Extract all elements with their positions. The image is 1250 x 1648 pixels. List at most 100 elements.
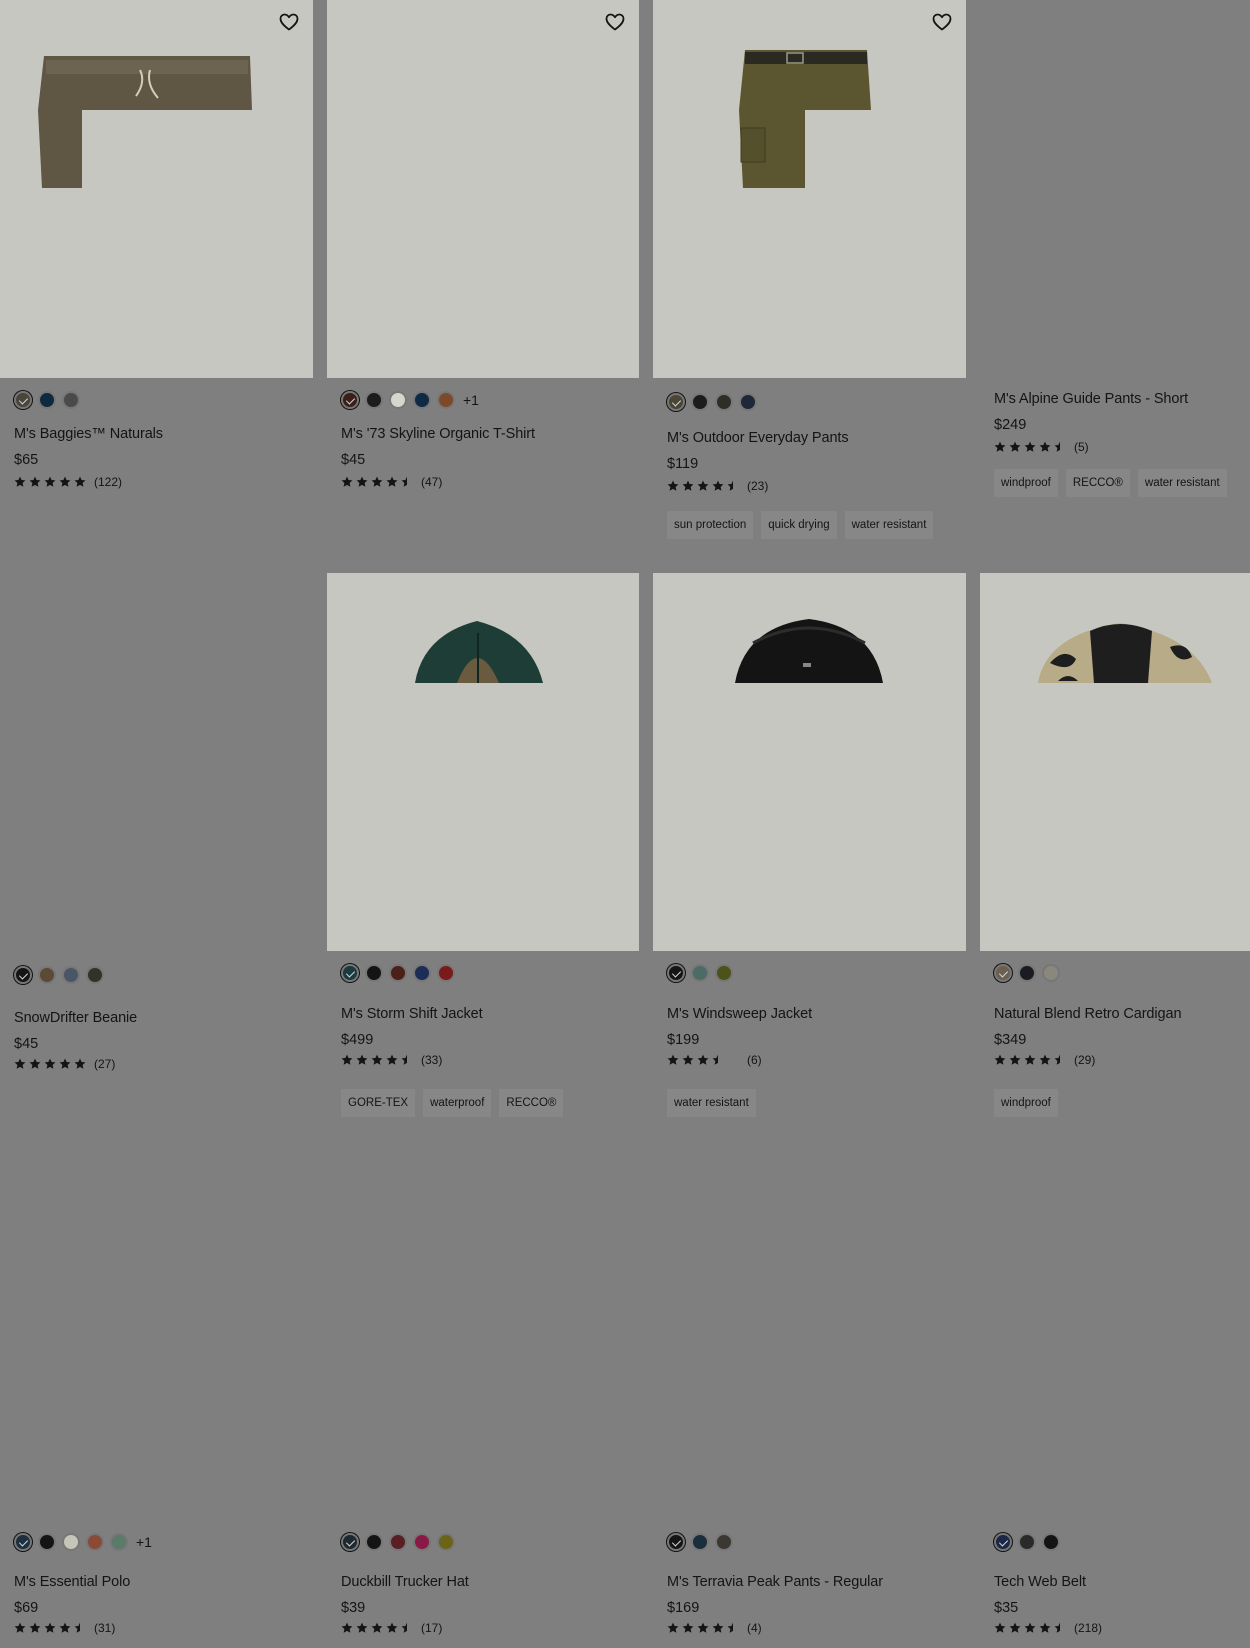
product-name[interactable]: M's Outdoor Everyday Pants <box>667 430 849 446</box>
product-rating[interactable]: (47) <box>341 475 442 489</box>
feature-tag[interactable]: windproof <box>994 1089 1058 1117</box>
color-swatch[interactable] <box>667 1533 685 1551</box>
product-rating[interactable]: (5) <box>994 440 1089 454</box>
star-icon <box>1009 1622 1021 1634</box>
star-icon <box>356 1622 368 1634</box>
heart-icon[interactable] <box>277 10 301 34</box>
more-colors-count[interactable]: +1 <box>463 392 479 408</box>
color-swatch[interactable] <box>1042 1533 1060 1551</box>
heart-icon[interactable] <box>930 10 954 34</box>
feature-tag[interactable]: water resistant <box>844 511 934 539</box>
feature-tag[interactable]: RECCO® <box>499 1089 564 1117</box>
color-swatches <box>341 1533 455 1551</box>
color-swatch[interactable] <box>691 1533 709 1551</box>
product-name[interactable]: Duckbill Trucker Hat <box>341 1574 469 1590</box>
product-name[interactable]: Natural Blend Retro Cardigan <box>994 1006 1182 1022</box>
product-image[interactable] <box>327 573 639 951</box>
color-swatch[interactable] <box>437 1533 455 1551</box>
product-name[interactable]: M's Baggies™ Naturals <box>14 426 163 442</box>
color-swatch[interactable] <box>38 1533 56 1551</box>
feature-tag[interactable]: windproof <box>994 469 1058 497</box>
color-swatch[interactable] <box>994 1533 1012 1551</box>
star-icon <box>1054 1054 1066 1066</box>
color-swatch[interactable] <box>437 964 455 982</box>
color-swatch[interactable] <box>413 391 431 409</box>
product-image[interactable] <box>653 0 966 378</box>
star-icon <box>1039 441 1051 453</box>
color-swatch[interactable] <box>62 391 80 409</box>
color-swatch[interactable] <box>667 393 685 411</box>
feature-tag[interactable]: GORE-TEX <box>341 1089 416 1117</box>
color-swatch[interactable] <box>365 1533 383 1551</box>
color-swatch[interactable] <box>1042 964 1060 982</box>
color-swatch[interactable] <box>389 391 407 409</box>
color-swatch[interactable] <box>715 964 733 982</box>
product-name[interactable]: M's Alpine Guide Pants - Short <box>994 391 1188 407</box>
feature-tag[interactable]: quick drying <box>761 511 837 539</box>
more-colors-count[interactable]: +1 <box>136 1534 152 1550</box>
color-swatch[interactable] <box>1018 1533 1036 1551</box>
feature-tag[interactable]: water resistant <box>1137 469 1227 497</box>
product-price: $169 <box>667 1600 700 1616</box>
product-rating[interactable]: (6) <box>667 1053 762 1067</box>
product-image[interactable] <box>0 0 313 378</box>
color-swatch[interactable] <box>437 391 455 409</box>
color-swatch[interactable] <box>691 964 709 982</box>
color-swatch[interactable] <box>739 393 757 411</box>
product-image[interactable] <box>653 573 966 951</box>
product-rating[interactable]: (4) <box>667 1621 762 1635</box>
feature-tag[interactable]: sun protection <box>667 511 754 539</box>
color-swatch[interactable] <box>365 391 383 409</box>
color-swatch[interactable] <box>667 964 685 982</box>
product-name[interactable]: M's Terravia Peak Pants - Regular <box>667 1574 883 1590</box>
color-swatch[interactable] <box>14 1533 32 1551</box>
color-swatch[interactable] <box>413 1533 431 1551</box>
color-swatch[interactable] <box>86 1533 104 1551</box>
product-image[interactable] <box>327 0 639 378</box>
color-swatch[interactable] <box>389 964 407 982</box>
product-rating[interactable]: (122) <box>14 475 122 489</box>
product-name[interactable]: M's '73 Skyline Organic T-Shirt <box>341 426 535 442</box>
product-rating[interactable]: (23) <box>667 479 768 493</box>
star-icon <box>29 476 41 488</box>
product-rating[interactable]: (29) <box>994 1053 1095 1067</box>
product-rating[interactable]: (31) <box>14 1621 115 1635</box>
product-rating[interactable]: (17) <box>341 1621 442 1635</box>
color-swatch[interactable] <box>14 966 32 984</box>
product-name[interactable]: M's Windsweep Jacket <box>667 1006 812 1022</box>
color-swatch[interactable] <box>389 1533 407 1551</box>
color-swatch[interactable] <box>715 393 733 411</box>
color-swatch[interactable] <box>86 966 104 984</box>
product-name[interactable]: SnowDrifter Beanie <box>14 1010 137 1026</box>
color-swatch[interactable] <box>38 391 56 409</box>
color-swatch[interactable] <box>14 391 32 409</box>
feature-tag[interactable]: RECCO® <box>1065 469 1130 497</box>
feature-tag[interactable]: waterproof <box>423 1089 492 1117</box>
color-swatch[interactable] <box>1018 964 1036 982</box>
product-rating[interactable]: (33) <box>341 1053 442 1067</box>
color-swatch[interactable] <box>38 966 56 984</box>
product-name[interactable]: Tech Web Belt <box>994 1574 1086 1590</box>
product-name[interactable]: M's Essential Polo <box>14 1574 130 1590</box>
product-rating[interactable]: (27) <box>14 1057 115 1071</box>
feature-tag[interactable]: water resistant <box>667 1089 756 1117</box>
product-rating[interactable]: (218) <box>994 1621 1102 1635</box>
color-swatch[interactable] <box>110 1533 128 1551</box>
color-swatch[interactable] <box>715 1533 733 1551</box>
color-swatch[interactable] <box>341 391 359 409</box>
star-icon <box>29 1622 41 1634</box>
color-swatch[interactable] <box>62 1533 80 1551</box>
color-swatch[interactable] <box>413 964 431 982</box>
color-swatch[interactable] <box>994 964 1012 982</box>
color-swatch[interactable] <box>341 964 359 982</box>
color-swatch[interactable] <box>691 393 709 411</box>
check-icon <box>18 395 29 405</box>
product-name[interactable]: M's Storm Shift Jacket <box>341 1006 483 1022</box>
product-image[interactable] <box>980 573 1250 951</box>
color-swatch[interactable] <box>341 1533 359 1551</box>
check-icon <box>671 1537 682 1547</box>
color-swatch[interactable] <box>365 964 383 982</box>
color-swatch[interactable] <box>62 966 80 984</box>
star-icon <box>371 1054 383 1066</box>
heart-icon[interactable] <box>603 10 627 34</box>
